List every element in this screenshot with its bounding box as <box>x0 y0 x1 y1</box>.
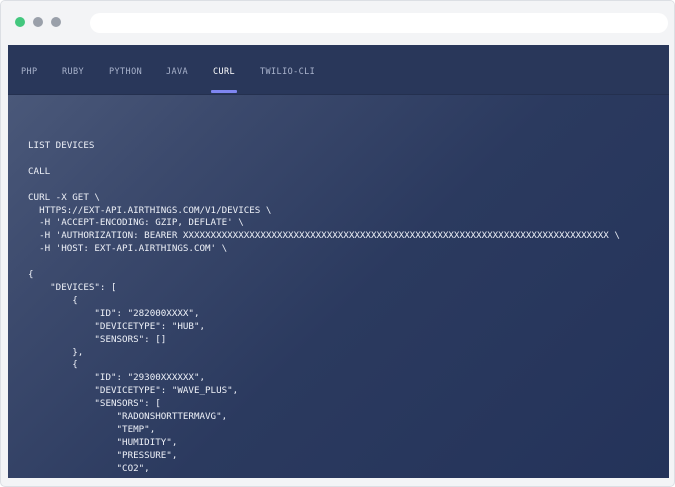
language-tabs: PHP RUBY PYTHON JAVA CURL TWILIO-CLI <box>8 45 669 95</box>
active-tab-indicator <box>211 90 237 93</box>
code-line: -H 'HOST: EXT-API.AIRTHINGS.COM' \ <box>28 243 228 255</box>
browser-window: PHP RUBY PYTHON JAVA CURL TWILIO-CLI LIS… <box>0 0 675 487</box>
code-line: CURL -X GET \ <box>28 191 100 203</box>
code-line: "ID": "282000XXXX", <box>28 307 200 319</box>
tab-php[interactable]: PHP <box>21 67 38 77</box>
tab-curl[interactable]: CURL <box>213 67 235 77</box>
code-line: "DEVICETYPE": "HUB", <box>28 320 206 332</box>
code-line: "TEMP", <box>28 423 156 435</box>
code-line: "RADONSHORTTERMAVG", <box>28 411 228 423</box>
window-dot-gray[interactable] <box>51 17 61 27</box>
address-bar[interactable] <box>90 13 668 33</box>
code-line: HTTPS://EXT-API.AIRTHINGS.COM/V1/DEVICES… <box>28 204 272 216</box>
code-line: CALL <box>28 165 51 177</box>
code-line: "HUMIDITY", <box>28 436 178 448</box>
code-line: "DEVICETYPE": "WAVE_PLUS", <box>28 385 239 397</box>
code-line: { <box>28 294 78 306</box>
code-line: "SENSORS": [ <box>28 398 161 410</box>
code-line: "DEVICES": [ <box>28 281 117 293</box>
code-line: "ID": "29300XXXXXX", <box>28 372 206 384</box>
code-panel: PHP RUBY PYTHON JAVA CURL TWILIO-CLI LIS… <box>8 45 669 478</box>
code-line: "CO2", <box>28 462 150 474</box>
tab-twilio-cli[interactable]: TWILIO-CLI <box>260 67 315 77</box>
code-line: "SENSORS": [] <box>28 333 167 345</box>
code-block: LIST DEVICES CALL CURL -X GET \ HTTPS://… <box>28 140 620 476</box>
tab-ruby[interactable]: RUBY <box>62 67 84 77</box>
tab-python[interactable]: PYTHON <box>109 67 142 77</box>
code-line: { <box>28 269 34 281</box>
code-line: -H 'AUTHORIZATION: BEARER XXXXXXXXXXXXXX… <box>28 230 620 242</box>
code-line: }, <box>28 346 84 358</box>
browser-chrome <box>1 1 674 45</box>
code-line: LIST DEVICES <box>28 140 95 151</box>
code-line: -H 'ACCEPT-ENCODING: GZIP, DEFLATE' \ <box>28 217 244 229</box>
code-line: "PRESSURE", <box>28 449 178 461</box>
window-dot-green[interactable] <box>15 17 25 27</box>
window-dot-gray[interactable] <box>33 17 43 27</box>
tab-java[interactable]: JAVA <box>166 67 188 77</box>
code-line: { <box>28 359 78 371</box>
